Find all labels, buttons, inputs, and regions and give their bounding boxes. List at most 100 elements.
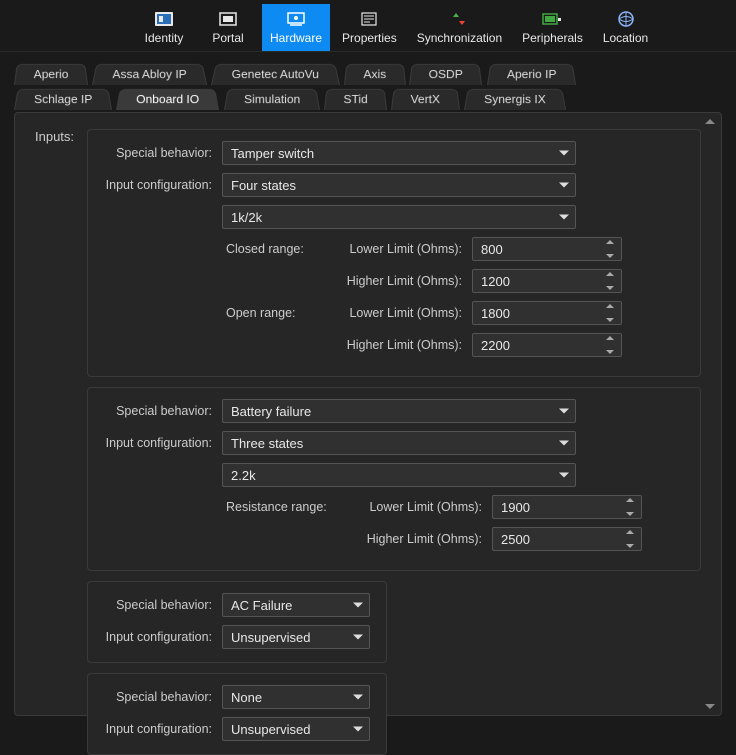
tab-schlage-ip[interactable]: Schlage IP xyxy=(14,89,112,110)
tab-osdp[interactable]: OSDP xyxy=(409,64,482,85)
nav-label: Location xyxy=(603,31,648,45)
nav-properties[interactable]: Properties xyxy=(334,4,405,51)
input-group-3: Special behavior: None Input configurati… xyxy=(87,673,387,755)
spinner-buttons[interactable] xyxy=(623,498,637,516)
special-behavior-label: Special behavior: xyxy=(102,690,222,704)
tab-assa-abloy-ip[interactable]: Assa Abloy IP xyxy=(92,64,207,85)
closed-higher-input[interactable]: 1200 xyxy=(472,269,622,293)
sync-icon xyxy=(449,10,469,28)
nav-label: Properties xyxy=(342,31,397,45)
special-behavior-label: Special behavior: xyxy=(102,598,222,612)
nav-portal[interactable]: Portal xyxy=(198,4,258,51)
input-config-select[interactable]: Three states xyxy=(222,431,576,455)
nav-location[interactable]: Location xyxy=(595,4,656,51)
inputs-section-label: Inputs: xyxy=(35,129,74,144)
resistance-range-label: Resistance range: xyxy=(222,500,342,514)
input-group-1: Special behavior: Battery failure Input … xyxy=(87,387,701,571)
select-value: Unsupervised xyxy=(231,630,311,645)
input-value: 2500 xyxy=(501,532,530,547)
special-behavior-select[interactable]: None xyxy=(222,685,370,709)
tab-container: Aperio Assa Abloy IP Genetec AutoVu Axis… xyxy=(0,52,736,112)
scroll-down-icon[interactable] xyxy=(705,704,715,709)
input-config-label: Input configuration: xyxy=(102,436,222,450)
spinner-buttons[interactable] xyxy=(603,336,617,354)
higher-limit-label: Higher Limit (Ohms): xyxy=(222,532,492,546)
properties-icon xyxy=(359,10,379,28)
open-range-label: Open range: xyxy=(222,306,332,320)
select-value: Battery failure xyxy=(231,404,311,419)
scroll-up-icon[interactable] xyxy=(705,119,715,124)
select-value: 2.2k xyxy=(231,468,256,483)
chevron-down-icon xyxy=(559,215,569,220)
select-value: Three states xyxy=(231,436,303,451)
input-value: 1900 xyxy=(501,500,530,515)
higher-limit-label: Higher Limit (Ohms): xyxy=(222,338,472,352)
special-behavior-select[interactable]: AC Failure xyxy=(222,593,370,617)
select-value: Unsupervised xyxy=(231,722,311,737)
chevron-down-icon xyxy=(353,635,363,640)
resistor-select[interactable]: 2.2k xyxy=(222,463,576,487)
nav-peripherals[interactable]: Peripherals xyxy=(514,4,591,51)
higher-limit-label: Higher Limit (Ohms): xyxy=(222,274,472,288)
nav-label: Peripherals xyxy=(522,31,583,45)
lower-limit-label: Lower Limit (Ohms): xyxy=(332,242,472,256)
tab-simulation[interactable]: Simulation xyxy=(224,89,320,110)
tab-onboard-io[interactable]: Onboard IO xyxy=(116,89,219,110)
chevron-down-icon xyxy=(559,441,569,446)
tab-genetec-autovu[interactable]: Genetec AutoVu xyxy=(211,64,340,85)
portal-icon xyxy=(218,10,238,28)
nav-label: Synchronization xyxy=(417,31,502,45)
input-config-select[interactable]: Four states xyxy=(222,173,576,197)
tab-synergis-ix[interactable]: Synergis IX xyxy=(464,89,566,110)
input-group-0: Special behavior: Tamper switch Input co… xyxy=(87,129,701,377)
input-config-label: Input configuration: xyxy=(102,722,222,736)
tab-axis[interactable]: Axis xyxy=(344,64,406,85)
lower-limit-label: Lower Limit (Ohms): xyxy=(342,500,492,514)
special-behavior-select[interactable]: Battery failure xyxy=(222,399,576,423)
special-behavior-label: Special behavior: xyxy=(102,404,222,418)
chevron-down-icon xyxy=(559,409,569,414)
tab-row-2: Schlage IP Onboard IO Simulation STid Ve… xyxy=(14,87,722,112)
tab-row-1: Aperio Assa Abloy IP Genetec AutoVu Axis… xyxy=(14,62,722,87)
chevron-down-icon xyxy=(559,151,569,156)
resistance-higher-input[interactable]: 2500 xyxy=(492,527,642,551)
chevron-down-icon xyxy=(559,473,569,478)
peripherals-icon xyxy=(542,10,562,28)
tab-stid[interactable]: STid xyxy=(324,89,387,110)
input-config-label: Input configuration: xyxy=(102,178,222,192)
lower-limit-label: Lower Limit (Ohms): xyxy=(332,306,472,320)
select-value: Tamper switch xyxy=(231,146,314,161)
location-icon xyxy=(616,10,636,28)
nav-hardware[interactable]: Hardware xyxy=(262,4,330,51)
input-config-label: Input configuration: xyxy=(102,630,222,644)
spinner-buttons[interactable] xyxy=(603,240,617,258)
tab-aperio-ip[interactable]: Aperio IP xyxy=(487,64,576,85)
closed-range-label: Closed range: xyxy=(222,242,332,256)
nav-identity[interactable]: Identity xyxy=(134,4,194,51)
nav-label: Hardware xyxy=(270,31,322,45)
spinner-buttons[interactable] xyxy=(623,530,637,548)
input-value: 1800 xyxy=(481,306,510,321)
resistor-select[interactable]: 1k/2k xyxy=(222,205,576,229)
select-value: None xyxy=(231,690,262,705)
special-behavior-select[interactable]: Tamper switch xyxy=(222,141,576,165)
nav-label: Portal xyxy=(212,31,243,45)
tab-aperio[interactable]: Aperio xyxy=(14,64,88,85)
input-config-select[interactable]: Unsupervised xyxy=(222,625,370,649)
spinner-buttons[interactable] xyxy=(603,272,617,290)
input-config-select[interactable]: Unsupervised xyxy=(222,717,370,741)
closed-lower-input[interactable]: 800 xyxy=(472,237,622,261)
resistance-lower-input[interactable]: 1900 xyxy=(492,495,642,519)
select-value: Four states xyxy=(231,178,296,193)
chevron-down-icon xyxy=(353,603,363,608)
spinner-buttons[interactable] xyxy=(603,304,617,322)
input-group-2: Special behavior: AC Failure Input confi… xyxy=(87,581,387,663)
tab-vertx[interactable]: VertX xyxy=(391,89,460,110)
select-value: AC Failure xyxy=(231,598,292,613)
input-value: 1200 xyxy=(481,274,510,289)
open-higher-input[interactable]: 2200 xyxy=(472,333,622,357)
chevron-down-icon xyxy=(353,695,363,700)
open-lower-input[interactable]: 1800 xyxy=(472,301,622,325)
nav-synchronization[interactable]: Synchronization xyxy=(409,4,510,51)
top-navigation: Identity Portal Hardware Properties Sync… xyxy=(0,0,736,52)
